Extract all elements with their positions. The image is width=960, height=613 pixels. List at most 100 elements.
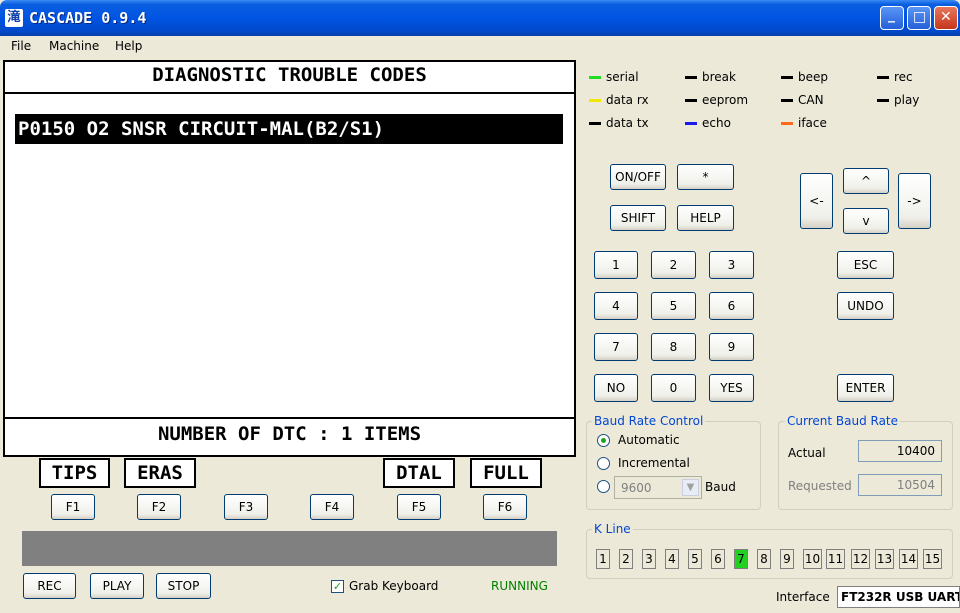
key-0-button[interactable]: 0 xyxy=(651,374,696,402)
help-button[interactable]: HELP xyxy=(677,205,734,231)
key-6-button[interactable]: 6 xyxy=(709,292,754,320)
requested-baud-field: 10504 xyxy=(858,474,942,496)
dtc-count: NUMBER OF DTC : 1 ITEMS xyxy=(157,423,422,445)
display-title-divider xyxy=(3,92,576,94)
led-can xyxy=(781,99,793,102)
shift-button[interactable]: SHIFT xyxy=(610,205,666,231)
k-line-3[interactable]: 3 xyxy=(642,549,656,569)
f3-button[interactable]: F3 xyxy=(224,494,268,520)
app-icon[interactable]: 滝 xyxy=(5,9,23,27)
softkey-label-6: FULL xyxy=(470,458,542,488)
f6-button[interactable]: F6 xyxy=(483,494,527,520)
menu-machine[interactable]: Machine xyxy=(49,39,99,53)
current-baud-rate-title: Current Baud Rate xyxy=(785,414,901,428)
k-line-9[interactable]: 9 xyxy=(780,549,794,569)
led-echo xyxy=(685,122,697,125)
window-title: CASCADE 0.9.4 xyxy=(29,9,147,27)
enter-button[interactable]: ENTER xyxy=(837,374,894,402)
interface-label: Interface xyxy=(776,590,830,604)
undo-button[interactable]: UNDO xyxy=(837,292,894,320)
left-arrow-button[interactable]: <- xyxy=(800,173,833,229)
led-label-can: CAN xyxy=(798,93,824,107)
fixed-baud-radio[interactable] xyxy=(597,480,610,493)
k-line-15[interactable]: 15 xyxy=(923,549,942,569)
actual-baud-label: Actual xyxy=(788,446,826,460)
stop-button[interactable]: STOP xyxy=(156,573,211,599)
led-iface xyxy=(781,122,793,125)
k-line-7[interactable]: 7 xyxy=(734,549,748,569)
key-2-button[interactable]: 2 xyxy=(651,251,696,279)
key-3-button[interactable]: 3 xyxy=(709,251,754,279)
minimize-icon: _ xyxy=(888,7,895,23)
minimize-button[interactable]: _ xyxy=(880,6,904,30)
baud-rate-control-title: Baud Rate Control xyxy=(592,414,706,428)
key-4-button[interactable]: 4 xyxy=(594,292,638,320)
k-line-2[interactable]: 2 xyxy=(619,549,633,569)
led-rec xyxy=(877,76,889,79)
key-1-button[interactable]: 1 xyxy=(594,251,638,279)
k-line-1[interactable]: 1 xyxy=(596,549,610,569)
softkey-label-2: ERAS xyxy=(124,458,196,488)
automatic-label: Automatic xyxy=(618,433,680,447)
k-line-5[interactable]: 5 xyxy=(688,549,702,569)
k-line-11[interactable]: 11 xyxy=(826,549,845,569)
f1-button[interactable]: F1 xyxy=(51,494,95,520)
led-label-rec: rec xyxy=(894,70,913,84)
led-label-break: break xyxy=(702,70,736,84)
led-label-echo: echo xyxy=(702,116,731,130)
key-9-button[interactable]: 9 xyxy=(709,333,754,361)
baud-unit-label: Baud xyxy=(705,480,736,494)
k-line-10[interactable]: 10 xyxy=(803,549,822,569)
rec-button[interactable]: REC xyxy=(23,573,76,599)
k-line-8[interactable]: 8 xyxy=(757,549,771,569)
automatic-radio[interactable] xyxy=(597,434,610,447)
led-eeprom xyxy=(685,99,697,102)
no-button[interactable]: NO xyxy=(594,374,638,402)
menu-help[interactable]: Help xyxy=(115,39,142,53)
led-label-serial: serial xyxy=(606,70,639,84)
maximize-icon: □ xyxy=(913,9,927,25)
softkey-label-5: DTAL xyxy=(383,458,455,488)
k-line-12[interactable]: 12 xyxy=(851,549,870,569)
esc-button[interactable]: ESC xyxy=(837,251,894,279)
menu-file[interactable]: File xyxy=(11,39,31,53)
up-arrow-button[interactable]: ^ xyxy=(843,168,889,194)
f2-button[interactable]: F2 xyxy=(137,494,181,520)
k-line-4[interactable]: 4 xyxy=(665,549,679,569)
k-line-6[interactable]: 6 xyxy=(711,549,725,569)
f4-button[interactable]: F4 xyxy=(310,494,354,520)
play-button[interactable]: PLAY xyxy=(90,573,144,599)
status-running: RUNNING xyxy=(491,579,548,593)
dtc-list-item[interactable]: P0150 O2 SNSR CIRCUIT-MAL(B2/S1) xyxy=(15,114,563,144)
baud-select-value: 9600 xyxy=(621,481,652,495)
close-icon: ✕ xyxy=(940,9,952,25)
led-beep xyxy=(781,76,793,79)
f5-button[interactable]: F5 xyxy=(397,494,441,520)
incremental-radio[interactable] xyxy=(597,457,610,470)
key-5-button[interactable]: 5 xyxy=(651,292,696,320)
close-button[interactable]: ✕ xyxy=(934,6,958,30)
led-label-play: play xyxy=(894,93,920,107)
led-label-data-rx: data rx xyxy=(606,93,649,107)
led-data-tx xyxy=(589,122,601,125)
down-arrow-button[interactable]: v xyxy=(843,208,889,234)
led-label-data-tx: data tx xyxy=(606,116,649,130)
maximize-button[interactable]: □ xyxy=(907,6,931,30)
grab-keyboard-checkbox[interactable]: ✓ xyxy=(331,580,344,593)
k-line-13[interactable]: 13 xyxy=(875,549,894,569)
k-line-title: K Line xyxy=(592,522,633,536)
key-8-button[interactable]: 8 xyxy=(651,333,696,361)
led-label-eeprom: eeprom xyxy=(702,93,749,107)
key-7-button[interactable]: 7 xyxy=(594,333,638,361)
right-arrow-button[interactable]: -> xyxy=(898,173,931,229)
current-baud-rate-group xyxy=(778,421,953,510)
k-line-14[interactable]: 14 xyxy=(899,549,918,569)
yes-button[interactable]: YES xyxy=(709,374,754,402)
led-data-rx xyxy=(589,99,601,102)
interface-field: FT232R USB UART xyxy=(837,586,960,608)
onoff-button[interactable]: ON/OFF xyxy=(610,164,666,190)
baud-select[interactable]: 9600 ▼ xyxy=(614,476,702,499)
star-button[interactable]: * xyxy=(677,164,734,190)
led-break xyxy=(685,76,697,79)
actual-baud-field: 10400 xyxy=(858,440,942,462)
